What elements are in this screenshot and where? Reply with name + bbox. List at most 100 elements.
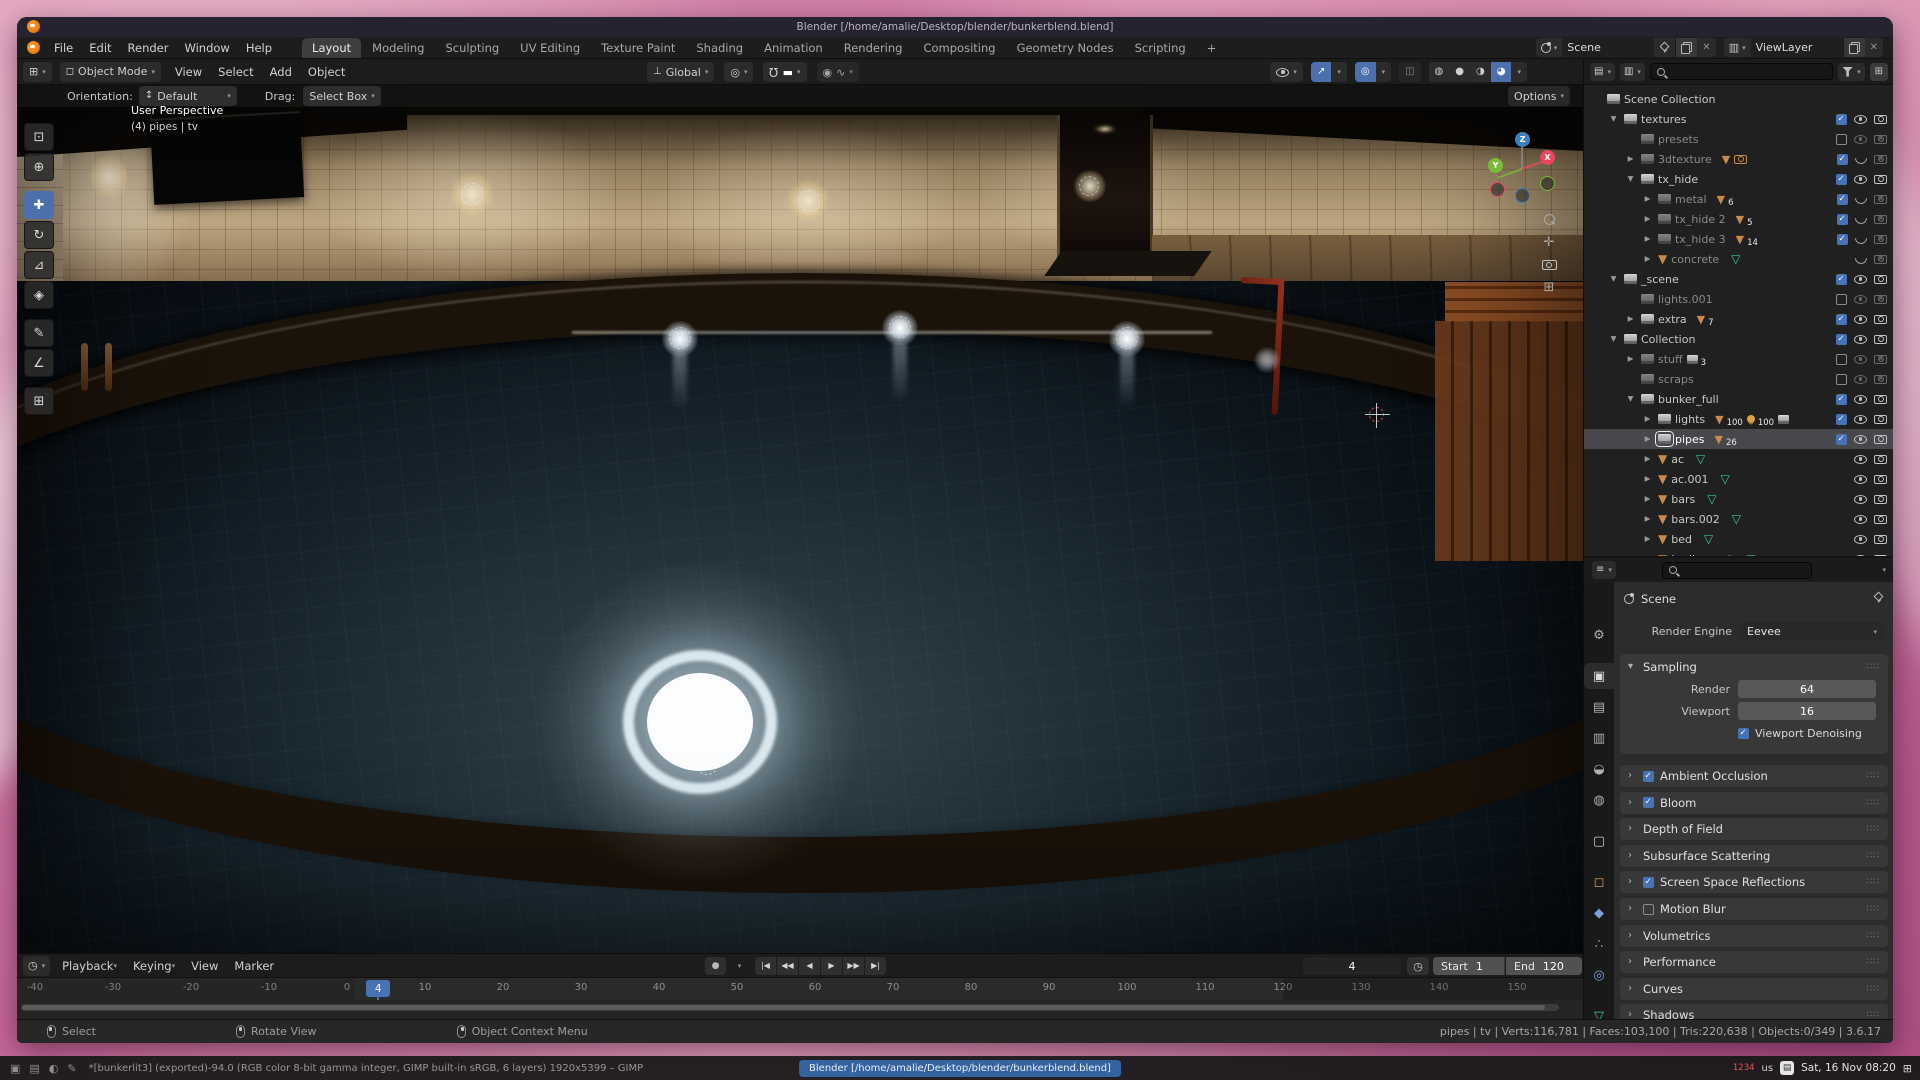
render-engine-selector[interactable]: Eevee ▾ — [1740, 622, 1884, 641]
disclosure-icon[interactable]: ▼ — [1607, 335, 1620, 343]
transform-orientation-selector[interactable]: ⊥ Global ▾ — [647, 62, 714, 82]
workspace-tab-geometry-nodes[interactable]: Geometry Nodes — [1007, 38, 1124, 58]
hide-in-viewport-toggle[interactable] — [1854, 295, 1867, 304]
add-workspace-button[interactable]: + — [1197, 38, 1227, 58]
outliner-row-tx-hide[interactable]: ▼tx_hide — [1584, 169, 1893, 189]
disable-in-renders-toggle[interactable] — [1874, 255, 1887, 264]
panel-checkbox-checked[interactable] — [1643, 877, 1654, 888]
menubar-help[interactable]: Help — [238, 37, 280, 58]
disclosure-icon[interactable]: ▶ — [1624, 155, 1637, 163]
taskbar-blender-window[interactable]: Blender [/home/amalie/Desktop/blender/bu… — [799, 1060, 1121, 1077]
transport-play[interactable]: ▶ — [821, 957, 842, 975]
checkbox-checked[interactable] — [1738, 728, 1749, 739]
show-gizmos-toggle[interactable]: ↗ — [1311, 62, 1331, 82]
pivot-point-selector[interactable]: ◎ ▾ — [724, 62, 753, 82]
properties-tab-view-layer[interactable]: ▥ — [1584, 725, 1614, 751]
light-empty-gizmo[interactable] — [669, 327, 691, 349]
transport-jump-to-end[interactable]: ▶| — [865, 957, 886, 975]
navigation-gizmo[interactable]: Z Y X — [1486, 132, 1558, 204]
disable-in-renders-toggle[interactable] — [1874, 455, 1887, 464]
outliner-row-concrete[interactable]: ▶▼concrete▽ — [1584, 249, 1893, 269]
panel-subsurface-scattering[interactable]: ›Subsurface Scattering∷∷ — [1620, 845, 1888, 867]
scene-browse-button[interactable]: ▾ — [1536, 38, 1563, 57]
axis-x-neg-ball[interactable] — [1490, 182, 1505, 197]
outliner-editor-type-button[interactable]: ▤ ▾ — [1590, 63, 1615, 81]
keyboard-layout-indicator[interactable]: us — [1762, 1063, 1774, 1074]
3d-cursor[interactable] — [1369, 407, 1384, 422]
properties-tab-render[interactable]: ▣ — [1584, 663, 1614, 689]
outliner-row-textures[interactable]: ▼textures — [1584, 109, 1893, 129]
timeline-menu-marker[interactable]: Marker — [226, 954, 282, 977]
hide-in-viewport-toggle[interactable] — [1855, 198, 1867, 204]
workspace-tab-rendering[interactable]: Rendering — [834, 38, 913, 58]
viewport-menu-view[interactable]: View — [167, 59, 210, 84]
outliner-filter-button[interactable]: ▾ — [1838, 63, 1865, 81]
disclosure-icon[interactable]: ▶ — [1624, 315, 1637, 323]
outliner-row-3dtexture[interactable]: ▶3dtexture▼ — [1584, 149, 1893, 169]
hide-in-viewport-toggle[interactable] — [1854, 535, 1867, 544]
disable-in-renders-toggle[interactable] — [1874, 415, 1887, 424]
disclosure-icon[interactable]: ▶ — [1641, 215, 1654, 223]
hide-in-viewport-toggle[interactable] — [1854, 515, 1867, 524]
light-empty-gizmo[interactable] — [889, 316, 911, 338]
selected-empty-gizmo[interactable] — [696, 753, 718, 775]
disable-in-renders-toggle[interactable] — [1874, 495, 1887, 504]
outliner-row-scene[interactable]: ▼_scene — [1584, 269, 1893, 289]
properties-tab-modifiers[interactable]: ◆ — [1584, 900, 1614, 926]
object-visibility-selector[interactable]: ▾ — [1270, 62, 1303, 82]
frame-end-field[interactable]: End 120 — [1506, 957, 1582, 975]
taskbar-icon-1[interactable]: ▣ — [10, 1063, 20, 1074]
gizmos-dropdown[interactable]: ▾ — [1331, 62, 1347, 82]
disclosure-icon[interactable]: ▶ — [1641, 255, 1654, 263]
disable-in-renders-toggle[interactable] — [1874, 335, 1887, 344]
keying-set-dropdown[interactable]: ▾ — [729, 957, 750, 975]
hide-in-viewport-toggle[interactable] — [1854, 175, 1867, 184]
new-collection-button[interactable]: ⊞ — [1870, 63, 1888, 81]
disable-in-renders-toggle[interactable] — [1874, 375, 1887, 384]
camera-view-icon[interactable] — [1542, 260, 1557, 270]
hide-in-viewport-toggle[interactable] — [1854, 495, 1867, 504]
current-frame-field[interactable]: 4 — [1303, 957, 1401, 975]
render-samples-field[interactable]: 64 — [1738, 680, 1876, 698]
menubar-render[interactable]: Render — [120, 37, 177, 58]
disclosure-icon[interactable]: ▶ — [1641, 495, 1654, 503]
disclosure-icon[interactable]: ▼ — [1624, 395, 1637, 403]
tool-scale[interactable]: ⊿ — [24, 251, 54, 279]
disable-in-renders-toggle[interactable] — [1874, 175, 1887, 184]
proportional-editing-controls[interactable]: ◉ ∿ ▾ — [817, 62, 859, 82]
properties-tab-scene[interactable]: ◒ — [1584, 756, 1614, 782]
transport-prev-keyframe[interactable]: ◀◀ — [777, 957, 798, 975]
viewport-menu-object[interactable]: Object — [300, 59, 353, 84]
properties-tab-world[interactable]: ◍ — [1584, 787, 1614, 813]
view-layer-name-field[interactable]: ViewLayer — [1751, 38, 1843, 57]
panel-checkbox-unchecked[interactable] — [1643, 904, 1654, 915]
options-button[interactable]: Options ▾ — [1508, 86, 1570, 106]
disable-in-renders-toggle[interactable] — [1874, 215, 1887, 224]
disclosure-icon[interactable]: ▶ — [1624, 355, 1637, 363]
hide-in-viewport-toggle[interactable] — [1854, 135, 1867, 144]
toggle-perspective-icon[interactable]: ⊞ — [1544, 281, 1555, 294]
xray-toggle[interactable]: ◫ — [1399, 62, 1420, 82]
menubar-edit[interactable]: Edit — [81, 37, 119, 58]
taskbar-icon-4[interactable]: ✎ — [67, 1063, 76, 1074]
axis-x-ball[interactable]: X — [1540, 150, 1555, 165]
disable-in-renders-toggle[interactable] — [1874, 315, 1887, 324]
hide-in-viewport-toggle[interactable] — [1854, 335, 1867, 344]
outliner-row-metal[interactable]: ▶metal▼6 — [1584, 189, 1893, 209]
exclude-checkbox[interactable] — [1836, 134, 1847, 145]
outliner-row-scene-collection[interactable]: Scene Collection — [1584, 89, 1893, 109]
properties-tab-tool[interactable]: ⚙ — [1584, 622, 1614, 648]
outliner-row-ac[interactable]: ▶▼ac▽ — [1584, 449, 1893, 469]
outliner-row-lights-001[interactable]: lights.001 — [1584, 289, 1893, 309]
outliner-row-ac-001[interactable]: ▶▼ac.001▽ — [1584, 469, 1893, 489]
disable-in-renders-toggle[interactable] — [1874, 395, 1887, 404]
tool-select-box[interactable]: ⊡ — [24, 123, 54, 151]
axis-z-ball[interactable]: Z — [1515, 132, 1530, 147]
hide-in-viewport-toggle[interactable] — [1854, 475, 1867, 484]
hide-in-viewport-toggle[interactable] — [1854, 115, 1867, 124]
exclude-checkbox[interactable] — [1837, 214, 1848, 225]
light-empty-gizmo[interactable] — [798, 190, 820, 212]
timeline-menu-playback[interactable]: Playback▾ — [54, 954, 125, 977]
timeline-menu-keying[interactable]: Keying▾ — [125, 954, 183, 977]
disclosure-icon[interactable]: ▼ — [1607, 275, 1620, 283]
